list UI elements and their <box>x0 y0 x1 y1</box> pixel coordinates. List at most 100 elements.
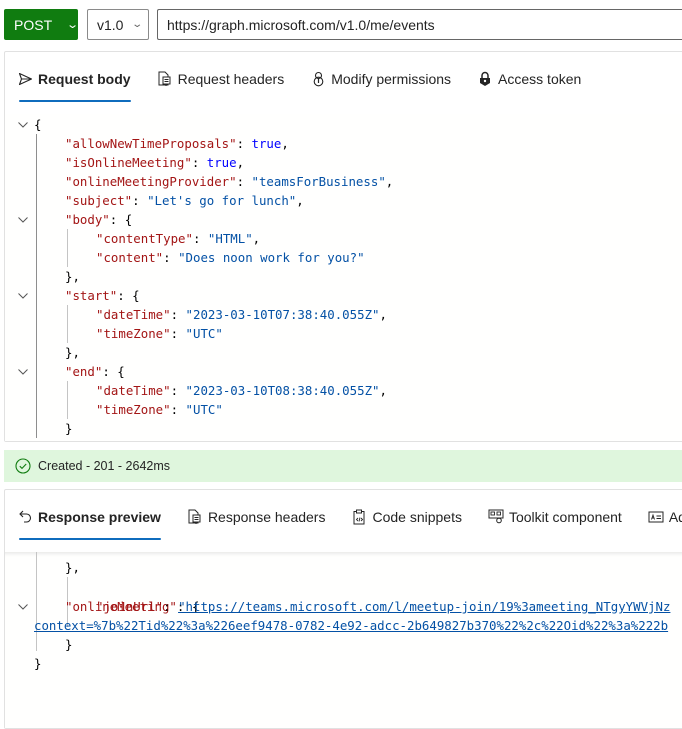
code-line: "body": { <box>65 212 133 227</box>
request-panel: Request body Request headers Modify perm… <box>4 51 682 442</box>
json-key: "isOnlineMeeting" <box>65 155 192 170</box>
code-line: "timeZone": "UTC" <box>96 402 223 417</box>
json-key: "dateTime" <box>96 383 171 398</box>
tab-toolkit-component[interactable]: Toolkit component <box>488 490 622 543</box>
tab-label: Response headers <box>207 508 326 525</box>
code-line: } <box>65 637 73 652</box>
lock-icon <box>477 71 493 87</box>
json-value: { <box>117 364 125 379</box>
code-line: "contentType": "HTML", <box>96 231 261 246</box>
json-key: "allowNewTimeProposals" <box>65 136 237 151</box>
json-value: true <box>206 155 237 170</box>
json-value: { <box>132 288 140 303</box>
code-line: context=%7b%22Tid%22%3a%226eef9478-0782-… <box>5 597 682 633</box>
request-tabs: Request body Request headers Modify perm… <box>5 52 682 105</box>
tab-request-headers[interactable]: Request headers <box>157 52 285 105</box>
indent-guide <box>36 134 37 438</box>
tab-response-preview[interactable]: Response preview <box>17 490 161 543</box>
tab-request-body[interactable]: Request body <box>17 52 131 105</box>
query-bar: POST ⌄ v1.0 ⌄ <box>4 9 682 41</box>
json-value: { <box>124 212 133 227</box>
request-url-input[interactable] <box>157 9 682 40</box>
api-version-dropdown[interactable]: v1.0 ⌄ <box>87 9 149 40</box>
json-value: "teamsForBusiness" <box>251 174 386 189</box>
code-line: "content": "Does noon work for you?" <box>96 250 365 265</box>
response-preview-editor[interactable]: }, "onlineMeeting": { "joinUrl": "https:… <box>5 552 682 728</box>
code-line: "timeZone": "UTC" <box>96 326 223 341</box>
response-status-bar: Created - 201 - 2642ms <box>4 450 682 482</box>
indent-guide <box>67 229 68 267</box>
tab-response-headers[interactable]: Response headers <box>187 490 326 543</box>
document-icon <box>157 71 173 87</box>
tab-access-token[interactable]: Access token <box>477 52 581 105</box>
api-version-label: v1.0 <box>97 16 124 33</box>
json-value: "HTML" <box>207 231 253 246</box>
code-line: "onlineMeeting": { <box>5 559 682 614</box>
tab-label: Toolkit component <box>508 508 622 525</box>
json-key: "body" <box>65 212 110 227</box>
code-line: }, <box>65 269 80 284</box>
tab-label: Request body <box>38 70 131 87</box>
json-value: "Does noon work for you?" <box>178 250 365 265</box>
json-key: "subject" <box>65 193 133 208</box>
tab-label: Code snippets <box>372 508 462 525</box>
json-value: "2023-03-10T07:38:40.055Z" <box>185 307 380 322</box>
card-icon <box>648 509 664 525</box>
check-circle-icon <box>15 458 31 474</box>
chevron-down-icon: ⌄ <box>66 19 80 31</box>
indent-guide <box>67 381 68 419</box>
indent-guide <box>67 305 68 343</box>
json-key: "start" <box>65 288 118 303</box>
code-line: }, <box>65 560 80 575</box>
code-line: } <box>65 421 73 436</box>
code-line: "end": { <box>65 364 125 379</box>
document-icon <box>187 509 203 525</box>
json-value: "2023-03-10T08:38:40.055Z" <box>185 383 380 398</box>
json-key: "end" <box>65 364 103 379</box>
response-tabs: Response preview Response headers Code s… <box>5 490 682 543</box>
tab-label: Request headers <box>177 70 285 87</box>
json-value: "Let's go for lunch" <box>147 193 297 208</box>
chevron-down-icon[interactable] <box>16 210 30 229</box>
code-line: "start": { <box>65 288 140 303</box>
status-text: Created - 201 - 2642ms <box>38 459 171 473</box>
tab-label: Adaptive cards <box>668 508 682 525</box>
code-line: "allowNewTimeProposals": true, <box>65 136 289 151</box>
tab-label: Modify permissions <box>331 70 452 87</box>
undo-arrow-icon <box>17 509 33 525</box>
toolkit-icon <box>488 509 504 525</box>
clipboard-code-icon <box>351 509 367 525</box>
json-key: "content" <box>96 250 164 265</box>
tab-code-snippets[interactable]: Code snippets <box>351 490 462 543</box>
json-key: "onlineMeetingProvider" <box>65 174 237 189</box>
tab-label: Response preview <box>38 508 161 525</box>
send-icon <box>17 71 33 87</box>
chevron-down-icon: ⌄ <box>131 19 144 30</box>
json-key: "dateTime" <box>96 307 171 322</box>
key-icon <box>310 71 326 87</box>
json-value: "UTC" <box>185 402 223 417</box>
code-line: "joinUrl": "https://teams.microsoft.com/… <box>96 599 671 614</box>
code-line: { <box>34 117 42 132</box>
code-line: "subject": "Let's go for lunch", <box>65 193 304 208</box>
code-line: "isOnlineMeeting": true, <box>65 155 245 170</box>
tab-adaptive-cards[interactable]: Adaptive cards <box>648 490 682 543</box>
json-key: "timeZone" <box>96 402 171 417</box>
code-line: "dateTime": "2023-03-10T07:38:40.055Z", <box>96 307 387 322</box>
chevron-down-icon[interactable] <box>16 286 30 305</box>
tab-modify-permissions[interactable]: Modify permissions <box>310 52 451 105</box>
code-line: }, <box>65 345 80 360</box>
json-key: "timeZone" <box>96 326 171 341</box>
http-method-label: POST <box>14 16 53 33</box>
tab-label: Access token <box>498 70 582 87</box>
chevron-down-icon[interactable] <box>16 362 30 381</box>
code-line: "onlineMeetingProvider": "teamsForBusine… <box>65 174 394 189</box>
json-value: true <box>251 136 282 151</box>
json-key: "contentType" <box>96 231 193 246</box>
json-value: "UTC" <box>185 326 223 341</box>
request-body-editor[interactable]: { "allowNewTimeProposals": true, "isOnline… <box>5 114 682 441</box>
chevron-down-icon[interactable] <box>16 115 30 134</box>
response-panel: Response preview Response headers Code s… <box>4 489 682 729</box>
code-line: "dateTime": "2023-03-10T08:38:40.055Z", <box>96 383 387 398</box>
http-method-dropdown[interactable]: POST ⌄ <box>4 9 80 40</box>
